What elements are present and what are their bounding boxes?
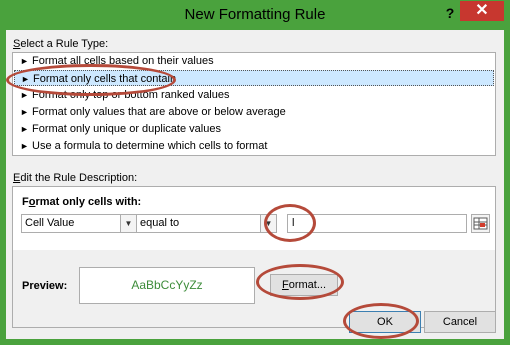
rule-type-list[interactable]: ► Format all cells based on their values … bbox=[12, 52, 496, 156]
list-item[interactable]: ► Format only top or bottom ranked values bbox=[14, 87, 494, 103]
arrow-icon: ► bbox=[20, 124, 29, 134]
rule-description-panel: Format only cells with: Cell Value ▼ equ… bbox=[12, 186, 496, 328]
new-formatting-rule-dialog: New Formatting Rule ? ✕ Select a Rule Ty… bbox=[0, 0, 510, 345]
format-only-label: Format only cells with: bbox=[22, 196, 142, 208]
value-input[interactable]: l bbox=[287, 214, 467, 233]
list-item[interactable]: ► Use a formula to determine which cells … bbox=[14, 138, 494, 154]
dialog-title: New Formatting Rule bbox=[184, 6, 326, 23]
chevron-down-icon[interactable]: ▼ bbox=[260, 215, 276, 232]
collapse-dialog-icon bbox=[473, 217, 488, 230]
format-button[interactable]: Format... bbox=[270, 274, 338, 296]
preview-sample: AaBbCcYyZz bbox=[79, 267, 255, 304]
dialog-body: Select a Rule Type: ► Format all cells ba… bbox=[6, 30, 504, 339]
chevron-down-icon[interactable]: ▼ bbox=[120, 215, 136, 232]
operator-select[interactable]: equal to ▼ bbox=[136, 214, 277, 233]
arrow-icon: ► bbox=[20, 56, 29, 66]
list-item[interactable]: ► Format only unique or duplicate values bbox=[14, 121, 494, 137]
ok-button[interactable]: OK bbox=[349, 311, 421, 333]
arrow-icon: ► bbox=[20, 90, 29, 100]
list-item-selected[interactable]: ► Format only cells that contain bbox=[14, 70, 494, 86]
rule-type-heading: Select a Rule Type: bbox=[13, 38, 109, 50]
condition-area: Format only cells with: Cell Value ▼ equ… bbox=[13, 187, 495, 250]
list-item[interactable]: ► Format only values that are above or be… bbox=[14, 104, 494, 120]
arrow-icon: ► bbox=[21, 74, 30, 84]
title-bar: New Formatting Rule ? ✕ bbox=[0, 0, 510, 30]
close-button[interactable]: ✕ bbox=[460, 1, 504, 21]
list-item[interactable]: ► Format all cells based on their values bbox=[14, 53, 494, 69]
condition-type-select[interactable]: Cell Value ▼ bbox=[21, 214, 137, 233]
rule-description-heading: Edit the Rule Description: bbox=[13, 172, 138, 184]
range-selector-button[interactable] bbox=[471, 214, 490, 233]
arrow-icon: ► bbox=[20, 107, 29, 117]
arrow-icon: ► bbox=[20, 141, 29, 151]
help-button[interactable]: ? bbox=[442, 4, 458, 22]
preview-label: Preview: bbox=[22, 280, 68, 292]
cancel-button[interactable]: Cancel bbox=[424, 311, 496, 333]
